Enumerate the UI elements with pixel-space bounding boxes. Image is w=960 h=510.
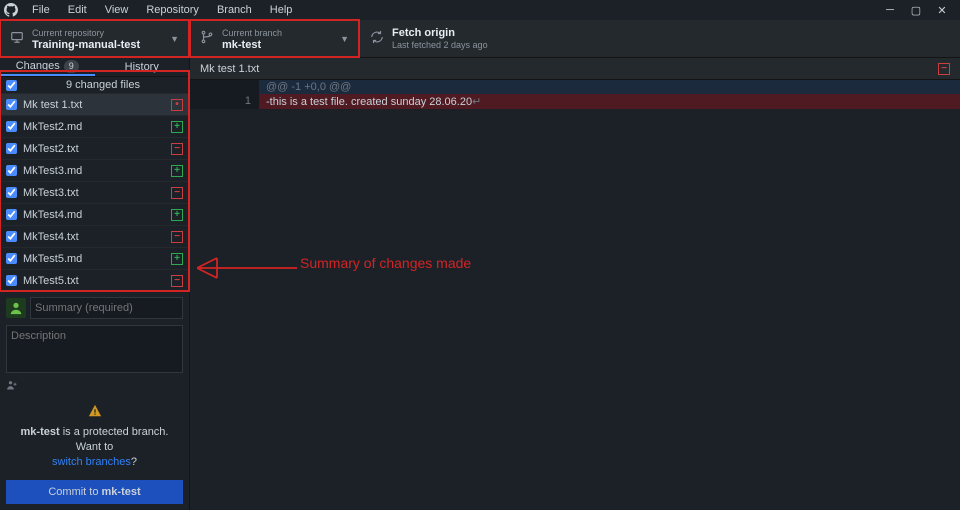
- branch-selector-value: mk-test: [222, 39, 282, 51]
- file-status-icon: −: [171, 231, 183, 243]
- header: Current repository Training-manual-test …: [0, 20, 960, 58]
- chevron-down-icon: ▼: [320, 34, 349, 44]
- repo-selector[interactable]: Current repository Training-manual-test …: [0, 20, 190, 57]
- diff-hunk-header: @@ -1 +0,0 @@: [260, 80, 960, 94]
- select-all-checkbox[interactable]: [6, 80, 17, 91]
- file-checkbox[interactable]: [6, 253, 17, 264]
- file-row[interactable]: MkTest3.md +: [0, 159, 189, 181]
- file-name: Mk test 1.txt: [23, 99, 165, 111]
- file-status-icon: +: [171, 121, 183, 133]
- diff-panel: Mk test 1.txt − @@ -1 +0,0 @@ 1 -this is…: [190, 58, 960, 510]
- github-logo-icon: [4, 3, 18, 17]
- file-status-icon: •: [171, 99, 183, 111]
- file-name: MkTest2.md: [23, 121, 165, 133]
- file-name: MkTest4.txt: [23, 231, 165, 243]
- repo-selector-label: Current repository: [32, 27, 140, 39]
- fetch-button[interactable]: Fetch origin Last fetched 2 days ago: [360, 20, 960, 57]
- commit-button[interactable]: Commit to mk-test: [6, 480, 183, 504]
- fetch-sub: Last fetched 2 days ago: [392, 39, 488, 51]
- file-status-icon: −: [938, 63, 950, 75]
- minimize-icon[interactable]: ─: [884, 4, 896, 16]
- file-row[interactable]: MkTest2.md +: [0, 115, 189, 137]
- tab-changes[interactable]: Changes 9: [0, 58, 95, 76]
- file-name: MkTest2.txt: [23, 143, 165, 155]
- computer-icon: [10, 30, 24, 47]
- branch-selector[interactable]: Current branch mk-test ▼: [190, 20, 360, 57]
- maximize-icon[interactable]: ▢: [910, 4, 922, 16]
- sidebar: Changes 9 History 9 changed files Mk tes…: [0, 58, 190, 510]
- file-row[interactable]: MkTest4.md +: [0, 203, 189, 225]
- file-row[interactable]: Mk test 1.txt •: [0, 93, 189, 115]
- fetch-label: Fetch origin: [392, 27, 488, 39]
- file-checkbox[interactable]: [6, 143, 17, 154]
- commit-panel: mk-test is a protected branch. Want to s…: [0, 291, 189, 510]
- chevron-down-icon: ▼: [150, 34, 179, 44]
- file-name: MkTest3.txt: [23, 187, 165, 199]
- file-status-icon: +: [171, 253, 183, 265]
- protected-branch-warning: mk-test is a protected branch. Want to s…: [6, 400, 183, 474]
- file-checkbox[interactable]: [6, 99, 17, 110]
- file-name: MkTest5.txt: [23, 275, 165, 287]
- file-status-icon: +: [171, 165, 183, 177]
- file-row[interactable]: MkTest2.txt−: [0, 137, 189, 159]
- file-row[interactable]: MkTest4.txt−: [0, 225, 189, 247]
- changed-files-label: 9 changed files: [23, 79, 183, 91]
- select-all-row[interactable]: 9 changed files: [0, 77, 189, 93]
- file-row[interactable]: MkTest3.txt−: [0, 181, 189, 203]
- changes-count-badge: 9: [64, 60, 79, 73]
- coauthor-button[interactable]: [6, 379, 183, 394]
- sync-icon: [370, 30, 384, 47]
- repo-selector-value: Training-manual-test: [32, 39, 140, 51]
- file-name: MkTest3.md: [23, 165, 165, 177]
- menubar: File Edit View Repository Branch Help ─ …: [0, 0, 960, 20]
- file-row[interactable]: MkTest5.md +: [0, 247, 189, 269]
- menu-view[interactable]: View: [97, 2, 137, 18]
- branch-selector-label: Current branch: [222, 27, 282, 39]
- file-checkbox[interactable]: [6, 121, 17, 132]
- file-name: MkTest4.md: [23, 209, 165, 221]
- file-checkbox[interactable]: [6, 165, 17, 176]
- file-status-icon: −: [171, 187, 183, 199]
- file-status-icon: −: [171, 143, 183, 155]
- description-input[interactable]: [6, 325, 183, 373]
- menu-file[interactable]: File: [24, 2, 58, 18]
- file-checkbox[interactable]: [6, 187, 17, 198]
- file-checkbox[interactable]: [6, 209, 17, 220]
- file-tab-label: Mk test 1.txt: [200, 63, 259, 75]
- file-status-icon: −: [171, 275, 183, 287]
- file-row[interactable]: MkTest5.txt−: [0, 269, 189, 291]
- menu-edit[interactable]: Edit: [60, 2, 95, 18]
- tab-history[interactable]: History: [95, 58, 190, 76]
- diff-line-number: 1: [190, 94, 260, 109]
- diff-removed-line[interactable]: -this is a test file. created sunday 28.…: [260, 94, 960, 109]
- file-checkbox[interactable]: [6, 275, 17, 286]
- file-status-icon: +: [171, 209, 183, 221]
- branch-icon: [200, 30, 214, 47]
- avatar: [6, 298, 26, 318]
- file-checkbox[interactable]: [6, 231, 17, 242]
- file-tab: Mk test 1.txt −: [190, 58, 960, 80]
- menu-repository[interactable]: Repository: [138, 2, 207, 18]
- file-name: MkTest5.md: [23, 253, 165, 265]
- menu-branch[interactable]: Branch: [209, 2, 260, 18]
- switch-branches-link[interactable]: switch branches: [52, 456, 131, 468]
- file-list: Mk test 1.txt•MkTest2.md+MkTest2.txt−MkT…: [0, 93, 189, 291]
- close-icon[interactable]: ✕: [936, 4, 948, 16]
- menu-help[interactable]: Help: [262, 2, 301, 18]
- summary-input[interactable]: [30, 297, 183, 319]
